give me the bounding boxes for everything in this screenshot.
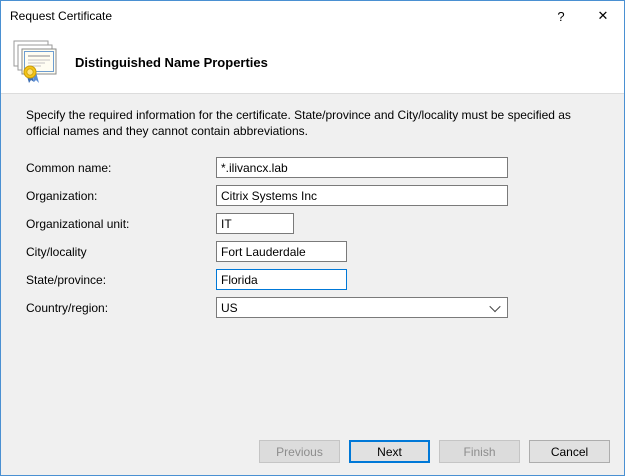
country-region-select[interactable]: US (216, 297, 508, 318)
next-button[interactable]: Next (349, 440, 430, 463)
common-name-label: Common name: (26, 161, 216, 175)
wizard-header: Distinguished Name Properties (1, 31, 624, 94)
finish-button: Finish (439, 440, 520, 463)
common-name-row: Common name: (26, 157, 599, 178)
chevron-down-icon (489, 301, 500, 312)
cancel-button[interactable]: Cancel (529, 440, 610, 463)
organizational-unit-label: Organizational unit: (26, 217, 216, 231)
country-region-label: Country/region: (26, 301, 216, 315)
organization-label: Organization: (26, 189, 216, 203)
state-province-input[interactable] (216, 269, 347, 290)
common-name-input[interactable] (216, 157, 508, 178)
title-bar: Request Certificate ? ✕ (1, 1, 624, 31)
state-province-label: State/province: (26, 273, 216, 287)
instructions-text: Specify the required information for the… (26, 108, 586, 139)
close-icon[interactable]: ✕ (582, 1, 624, 31)
certificates-icon (11, 39, 61, 85)
page-title: Distinguished Name Properties (75, 55, 268, 70)
window-title: Request Certificate (1, 9, 540, 23)
wizard-footer: Previous Next Finish Cancel (1, 440, 624, 475)
previous-button: Previous (259, 440, 340, 463)
country-region-value: US (221, 301, 238, 315)
help-icon[interactable]: ? (540, 1, 582, 31)
organizational-unit-input[interactable] (216, 213, 294, 234)
organizational-unit-row: Organizational unit: (26, 213, 599, 234)
city-locality-input[interactable] (216, 241, 347, 262)
state-province-row: State/province: (26, 269, 599, 290)
wizard-body: Specify the required information for the… (1, 94, 624, 440)
city-locality-row: City/locality (26, 241, 599, 262)
country-region-row: Country/region: US (26, 297, 599, 318)
request-certificate-dialog: Request Certificate ? ✕ Distinguished Na… (0, 0, 625, 476)
organization-row: Organization: (26, 185, 599, 206)
city-locality-label: City/locality (26, 245, 216, 259)
organization-input[interactable] (216, 185, 508, 206)
